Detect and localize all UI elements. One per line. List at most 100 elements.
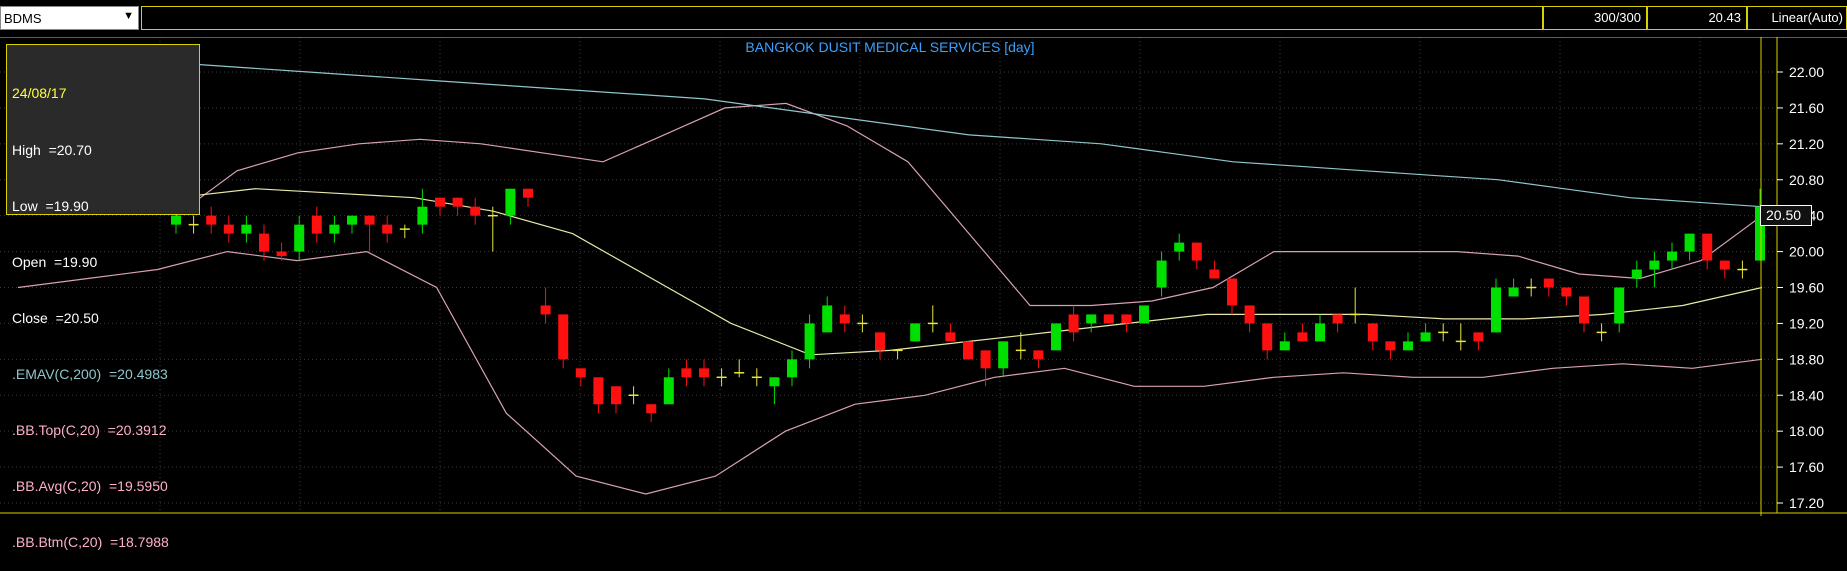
candle-body xyxy=(1367,323,1378,342)
info-date: 24/08/17 xyxy=(12,85,67,102)
price-tick-label: 21.60 xyxy=(1789,100,1824,116)
last-price-tag: 20.50 xyxy=(1760,205,1812,226)
candle-body xyxy=(1491,287,1501,333)
price-tick-label: 18.40 xyxy=(1789,387,1824,403)
candle-body xyxy=(347,215,357,225)
candle-body xyxy=(963,341,973,360)
candle-body xyxy=(1508,287,1519,297)
candle-body xyxy=(1473,332,1484,342)
candle-body xyxy=(417,206,428,225)
candle-body xyxy=(241,224,252,234)
price-tick-label: 22.00 xyxy=(1789,64,1824,80)
candle-body xyxy=(311,215,322,234)
candle-body xyxy=(1420,332,1431,342)
chart-title: BANGKOK DUSIT MEDICAL SERVICES [day] xyxy=(745,39,1035,55)
candle-body xyxy=(1191,242,1202,261)
candle-body xyxy=(1244,305,1255,324)
bars-count-cell: 300/300 xyxy=(1543,6,1647,30)
symbol-value: BDMS xyxy=(4,11,42,26)
candle-body xyxy=(1579,296,1589,324)
info-close: Close =20.50 xyxy=(12,309,99,326)
candle-body xyxy=(839,314,850,324)
candle-body xyxy=(1103,314,1114,324)
info-bbavg: .BB.Avg(C,20) =19.5950 xyxy=(12,478,168,495)
candle-body xyxy=(1684,233,1695,252)
candle-body xyxy=(470,206,481,216)
candle-body xyxy=(1403,341,1413,351)
price-tick-label: 21.20 xyxy=(1789,136,1824,152)
candle-body xyxy=(206,215,217,225)
chart-panel[interactable]: 22.0021.6021.2020.8020.4020.0019.6019.20… xyxy=(0,37,1847,516)
candle-body xyxy=(1614,287,1625,324)
candle-body xyxy=(1543,278,1554,288)
candle-body xyxy=(663,377,674,405)
price-tick-label: 19.20 xyxy=(1789,315,1824,331)
price-tick-label: 18.80 xyxy=(1789,351,1824,367)
candle-body xyxy=(998,341,1009,369)
candle-body xyxy=(1719,260,1730,270)
candle-body xyxy=(1631,269,1642,279)
candle-body xyxy=(945,332,956,342)
candle-body xyxy=(505,188,516,216)
candle-body xyxy=(1315,323,1325,342)
candle-body xyxy=(910,323,921,342)
candle-body xyxy=(822,305,833,333)
price-tick-label: 19.60 xyxy=(1789,280,1824,296)
candle-body xyxy=(575,368,586,378)
candle-body xyxy=(681,368,692,378)
chart-background xyxy=(0,37,1847,516)
chevron-down-icon[interactable]: ▼ xyxy=(123,10,134,22)
candle-body xyxy=(294,224,305,252)
candle-body xyxy=(1279,341,1290,351)
candle-body xyxy=(1068,314,1079,333)
candle-body xyxy=(523,188,533,198)
chart-svg[interactable]: 22.0021.6021.2020.8020.4020.0019.6019.20… xyxy=(0,37,1847,516)
info-low: Low =19.90 xyxy=(12,197,89,214)
price-tick-label: 20.00 xyxy=(1789,244,1824,260)
candle-body xyxy=(1121,314,1132,324)
candle-body xyxy=(329,224,340,234)
candle-body xyxy=(1086,314,1097,324)
candle-body xyxy=(1174,242,1185,252)
candle-body xyxy=(223,224,234,234)
candle-body xyxy=(593,377,604,405)
candle-body xyxy=(1332,314,1343,324)
candle-body xyxy=(1702,233,1713,261)
candle-body xyxy=(1262,323,1273,351)
candle-body xyxy=(1649,260,1660,270)
price-tick-label: 17.20 xyxy=(1789,495,1824,511)
candle-body xyxy=(540,305,551,315)
price-tick-label: 17.60 xyxy=(1789,459,1824,475)
toolbar-blank-field xyxy=(141,6,1543,30)
candle-body xyxy=(1561,287,1572,297)
price-tick-label: 18.00 xyxy=(1789,423,1824,439)
candle-body xyxy=(452,197,463,207)
candle-body xyxy=(382,224,393,234)
candle-body xyxy=(1297,332,1308,342)
candle-body xyxy=(1385,341,1396,351)
candle-body xyxy=(646,404,657,414)
candle-body xyxy=(980,350,991,369)
candle-body xyxy=(1209,269,1220,279)
candle-body xyxy=(611,386,621,405)
candle-body xyxy=(558,314,569,360)
candle-body xyxy=(435,197,445,207)
candle-body xyxy=(1156,260,1167,288)
info-high: High =20.70 xyxy=(12,141,92,158)
price-tick-label: 20.80 xyxy=(1789,172,1824,188)
candle-body xyxy=(276,251,287,257)
candle-body xyxy=(769,377,780,387)
candle-body xyxy=(259,233,269,252)
info-emav: .EMAV(C,200) =20.4983 xyxy=(12,365,168,382)
candle-body xyxy=(1051,323,1061,351)
candle-body xyxy=(787,359,797,378)
scale-mode-button[interactable]: Linear(Auto) xyxy=(1747,6,1847,30)
candle-body xyxy=(804,323,815,360)
candle-body xyxy=(699,368,709,378)
symbol-select[interactable]: BDMS ▼ xyxy=(0,6,139,30)
last-value-cell: 20.43 xyxy=(1647,6,1747,30)
info-open: Open =19.90 xyxy=(12,253,98,270)
candle-body xyxy=(1139,305,1149,324)
candle-body xyxy=(1227,278,1237,306)
candle-body xyxy=(875,332,885,351)
